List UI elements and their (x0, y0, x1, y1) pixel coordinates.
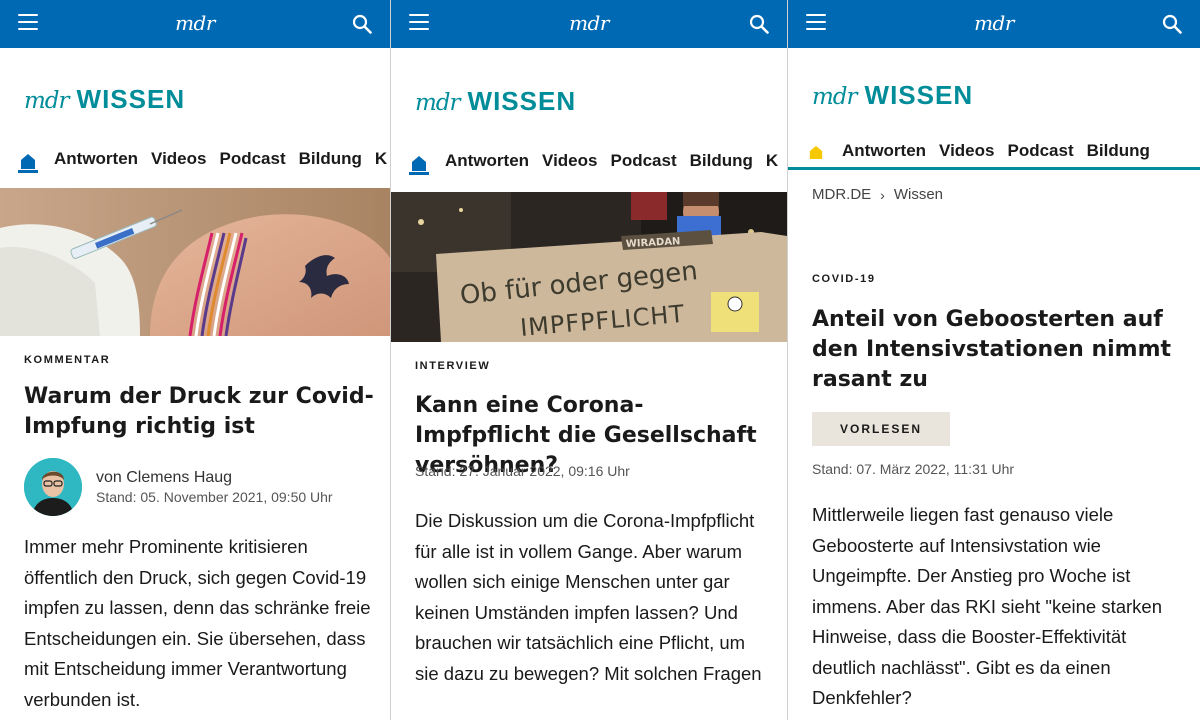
author-portrait (24, 458, 82, 516)
nav-item-antworten[interactable]: Antworten (842, 141, 926, 161)
home-icon (21, 154, 35, 169)
mdr-logo[interactable]: mdr (175, 11, 215, 35)
home-icon (412, 156, 426, 171)
nav-item-videos[interactable]: Videos (542, 151, 597, 171)
article-lead: Immer mehr Prominente kritisieren öffent… (24, 536, 371, 710)
nav-item-podcast[interactable]: Podcast (1007, 141, 1073, 161)
article-screen-interview: mdr mdr WISSEN Antworten Videos Podcast … (391, 0, 787, 720)
nav-item-overflow[interactable]: K (766, 151, 778, 171)
author-name[interactable]: von Clemens Haug (96, 469, 333, 487)
brand-prefix: mdr (415, 90, 461, 116)
brand-prefix: mdr (812, 84, 858, 110)
top-bar: mdr (788, 0, 1200, 48)
brand-name: WISSEN (864, 80, 974, 110)
menu-icon[interactable] (18, 14, 38, 32)
author-avatar[interactable] (24, 458, 82, 516)
nav-item-bildung[interactable]: Bildung (690, 151, 753, 171)
mdr-logo[interactable]: mdr (974, 11, 1014, 35)
vaccination-photo (0, 188, 390, 336)
nav-item-antworten[interactable]: Antworten (445, 151, 529, 171)
nav-item-podcast[interactable]: Podcast (610, 151, 676, 171)
breadcrumb-item-wissen[interactable]: Wissen (894, 186, 943, 203)
article-date: Stand: 07. März 2022, 11:31 Uhr (812, 461, 1015, 477)
article-kicker: INTERVIEW (415, 360, 491, 372)
nav-item-videos[interactable]: Videos (939, 141, 994, 161)
chevron-right-icon: › (880, 186, 885, 203)
home-icon (809, 145, 823, 159)
hero-image-vaccination (0, 188, 390, 336)
breadcrumb: MDR.DE › Wissen (812, 186, 943, 203)
brand-name: WISSEN (467, 86, 577, 116)
nav-item-overflow[interactable]: K (375, 149, 387, 169)
search-icon[interactable] (749, 14, 769, 34)
nav-item-bildung[interactable]: Bildung (1087, 141, 1150, 161)
nav-active-indicator (18, 170, 38, 173)
nav-item-antworten[interactable]: Antworten (54, 149, 138, 169)
menu-icon[interactable] (409, 14, 429, 32)
nav-item-bildung[interactable]: Bildung (299, 149, 362, 169)
section-nav: Antworten Videos Podcast Bildung (806, 134, 1163, 168)
mdr-wissen-brand[interactable]: mdr WISSEN (812, 80, 973, 111)
hero-image-protest-sign: WIRADAN Ob für oder gegen IMPFPFLICHT (391, 192, 787, 342)
protest-photo: WIRADAN Ob für oder gegen IMPFPFLICHT (391, 192, 787, 342)
author-box: von Clemens Haug Stand: 05. November 202… (24, 458, 333, 516)
nav-home[interactable] (806, 136, 826, 166)
top-bar: mdr (0, 0, 390, 48)
nav-underline (788, 167, 1200, 170)
breadcrumb-item-mdr[interactable]: MDR.DE (812, 186, 871, 203)
nav-home[interactable] (409, 147, 429, 175)
menu-icon[interactable] (806, 14, 826, 32)
article-headline[interactable]: Anteil von Geboosterten auf den Intensiv… (812, 305, 1182, 395)
article-screen-covid: mdr mdr WISSEN Antworten Videos Podcast … (788, 0, 1200, 720)
section-nav: Antworten Videos Podcast Bildung K (18, 142, 390, 176)
mdr-logo[interactable]: mdr (569, 11, 609, 35)
section-nav: Antworten Videos Podcast Bildung K (409, 144, 787, 178)
article-headline[interactable]: Warum der Druck zur Covid-Impfung richti… (24, 382, 374, 442)
article-lead: Mittlerweile liegen fast genauso viele G… (812, 504, 1163, 708)
nav-item-podcast[interactable]: Podcast (219, 149, 285, 169)
article-screen-kommentar: mdr mdr WISSEN Antworten Videos Podcast … (0, 0, 390, 720)
search-icon[interactable] (352, 14, 372, 34)
article-kicker: KOMMENTAR (24, 354, 111, 366)
nav-item-videos[interactable]: Videos (151, 149, 206, 169)
article-lead: Die Diskussion um die Corona-Impfpflicht… (415, 510, 762, 684)
article-kicker: COVID-19 (812, 273, 876, 285)
search-icon[interactable] (1162, 14, 1182, 34)
mdr-wissen-brand[interactable]: mdr WISSEN (415, 86, 576, 117)
article-date: Stand: 27. Januar 2022, 09:16 Uhr (415, 463, 630, 479)
top-bar: mdr (391, 0, 787, 48)
article-date: Stand: 05. November 2021, 09:50 Uhr (96, 489, 333, 505)
vorlesen-button[interactable]: VORLESEN (812, 412, 950, 446)
brand-prefix: mdr (24, 88, 70, 114)
mdr-wissen-brand[interactable]: mdr WISSEN (24, 84, 185, 115)
nav-active-indicator (409, 172, 429, 175)
nav-home[interactable] (18, 145, 38, 173)
brand-name: WISSEN (76, 84, 186, 114)
